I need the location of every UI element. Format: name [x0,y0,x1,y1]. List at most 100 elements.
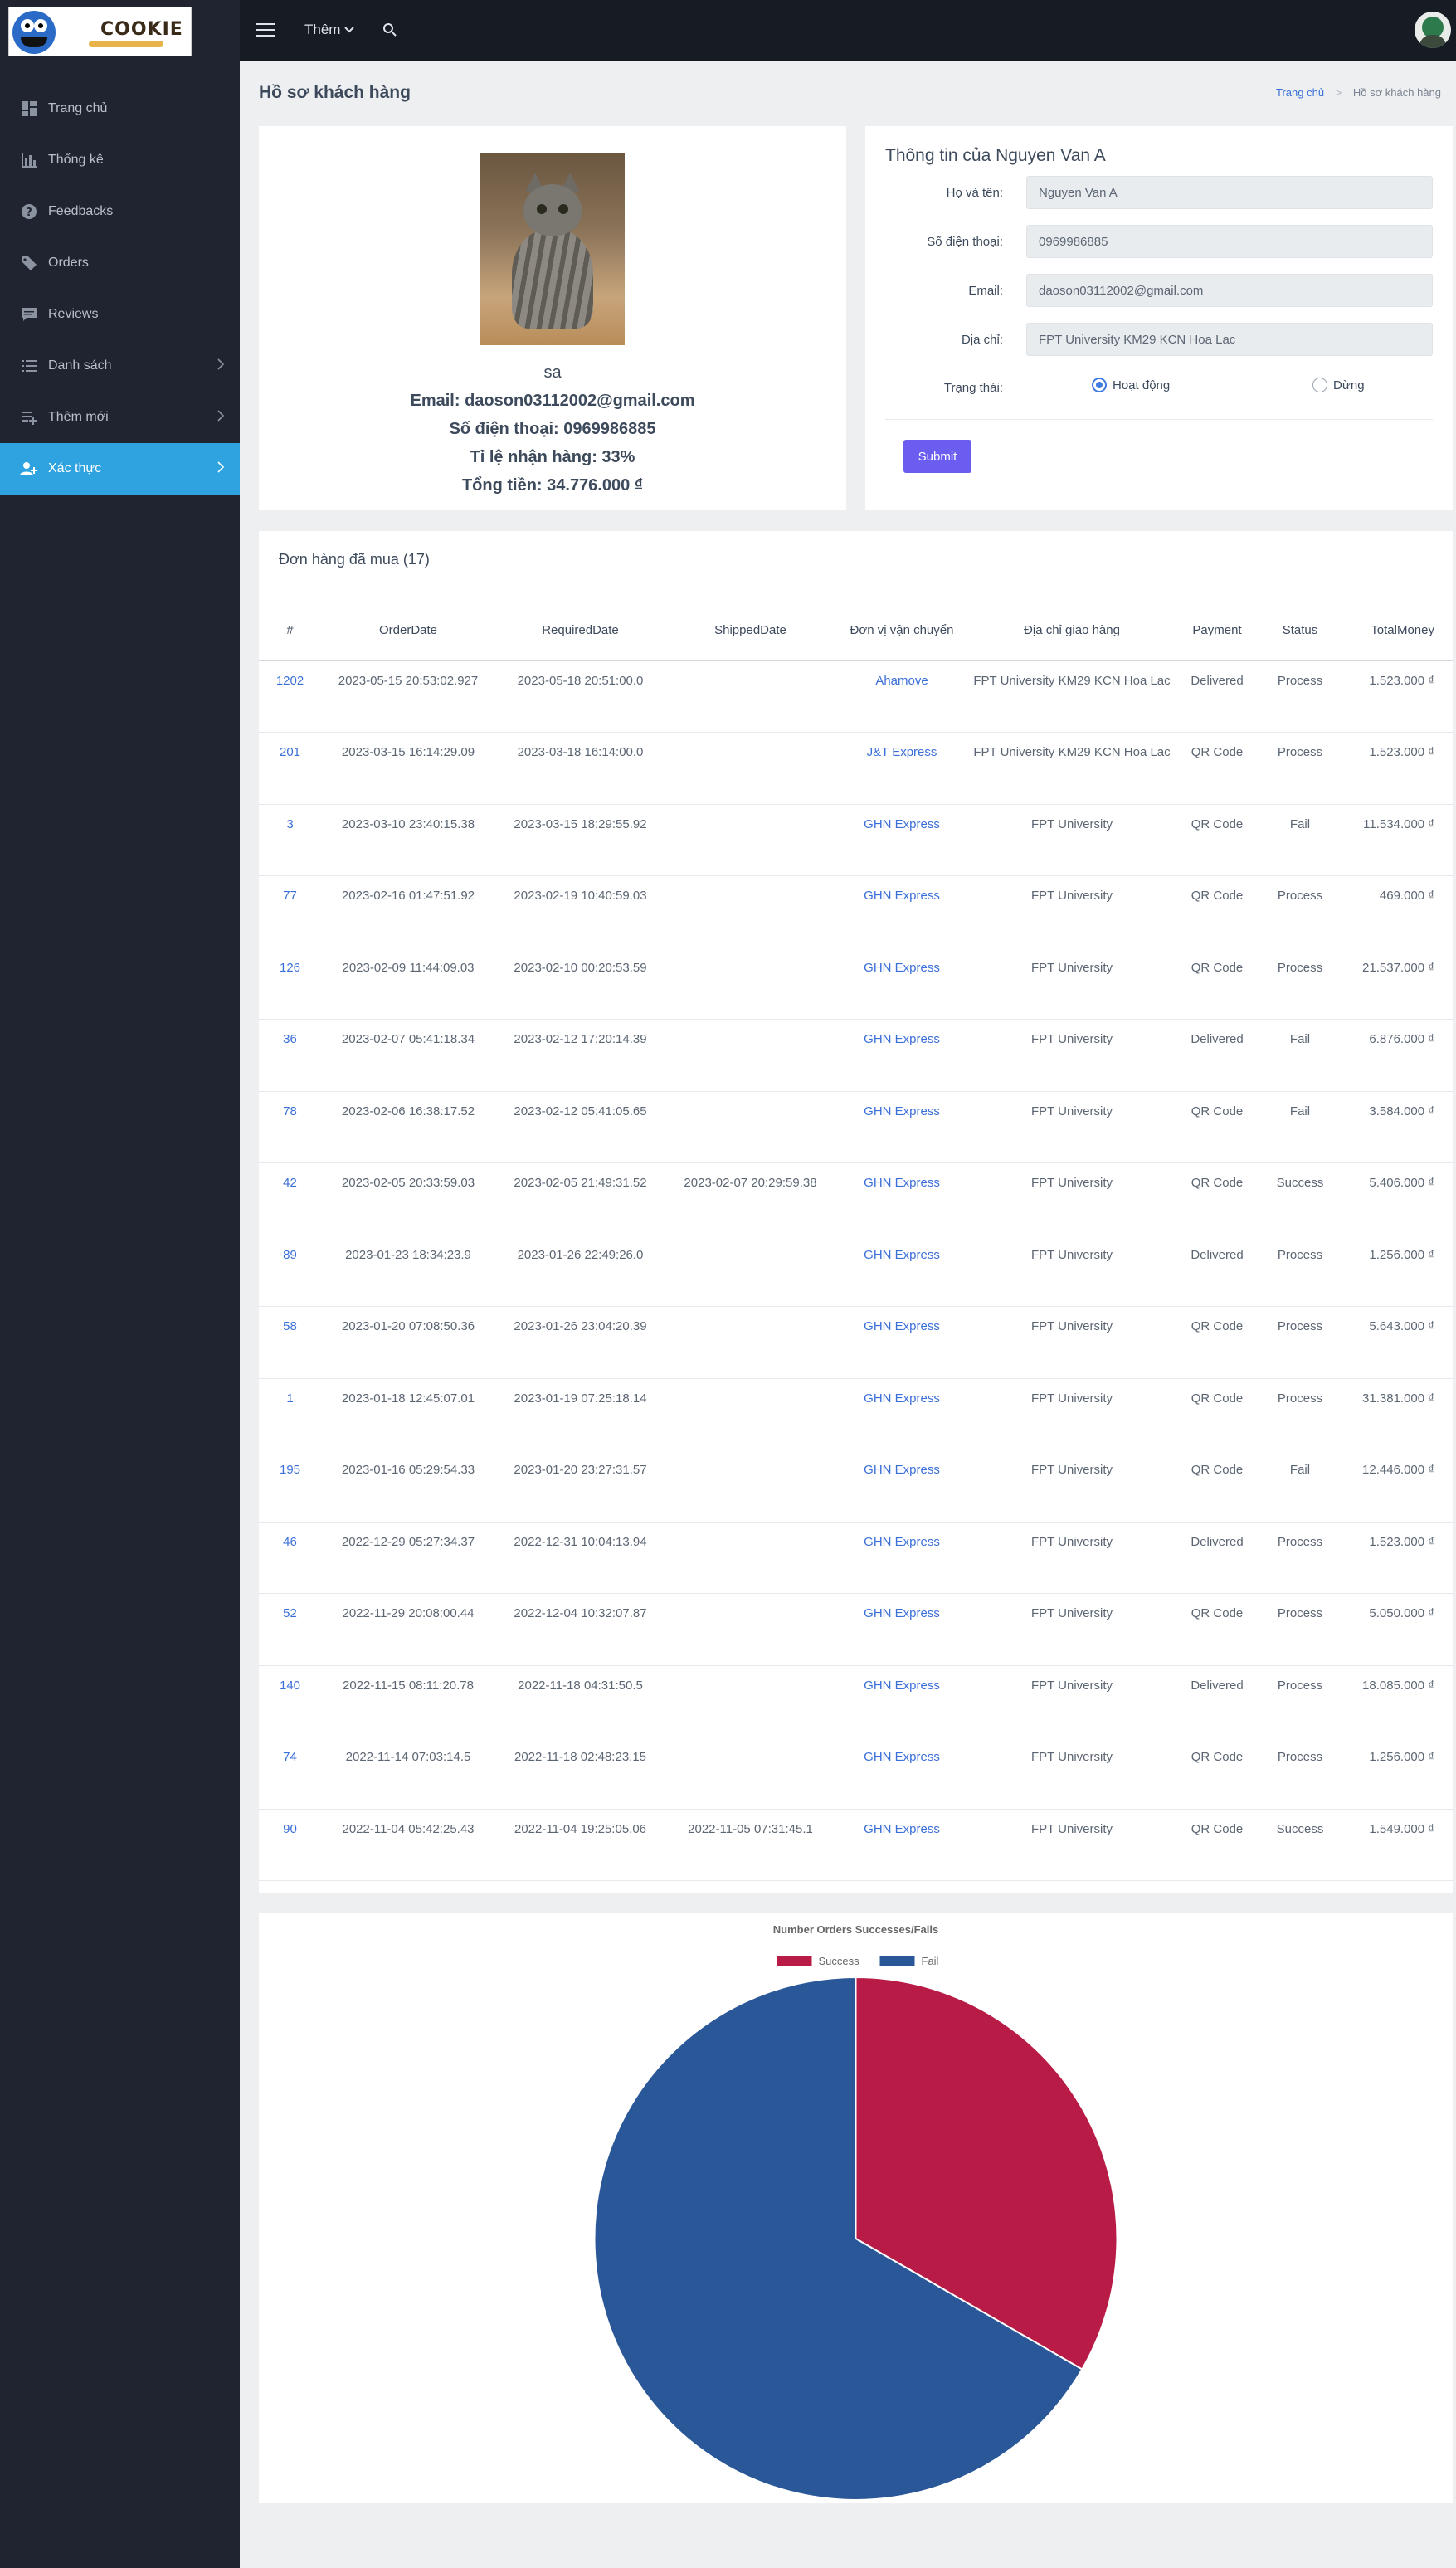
order-id-link[interactable]: 78 [259,1091,321,1163]
address-cell: FPT University [968,1162,1176,1235]
required-date-cell: 2023-02-12 05:41:05.65 [495,1091,665,1163]
table-row: 90 2022-11-04 05:42:25.43 2022-11-04 19:25… [259,1809,1453,1881]
order-id-link[interactable]: 58 [259,1306,321,1379]
total-cell: 1.256.000 ₫ [1342,1235,1453,1307]
order-id-link[interactable]: 77 [259,875,321,948]
order-id-link[interactable]: 195 [259,1450,321,1523]
order-date-cell: 2023-01-16 05:29:54.33 [321,1450,495,1523]
order-id-link[interactable]: 3 [259,804,321,876]
status-cell: Success [1259,1809,1342,1881]
col-shipped-date: ShippedDate [665,601,835,661]
order-id-link[interactable]: 201 [259,732,321,805]
more-menu[interactable]: Thêm [304,22,354,38]
address-field[interactable] [1026,323,1433,356]
sidebar-item-home[interactable]: Trang chủ [0,83,240,134]
order-id-link[interactable]: 36 [259,1019,321,1092]
shipped-date-cell [665,804,835,876]
address-cell: FPT University KM29 KCN Hoa Lac [968,732,1176,805]
order-id-link[interactable]: 74 [259,1737,321,1810]
status-cell: Process [1259,1378,1342,1450]
payment-cell: QR Code [1176,875,1259,948]
submit-button[interactable]: Submit [903,440,971,473]
table-row: 46 2022-12-29 05:27:34.37 2022-12-31 10:04… [259,1522,1453,1594]
profile-email: Email: daoson03112002@gmail.com [410,392,695,410]
search-icon[interactable] [382,22,397,41]
status-cell: Fail [1259,804,1342,876]
shipper-link[interactable]: GHN Express [835,875,968,948]
shipped-date-cell [665,1522,835,1594]
shipper-link[interactable]: GHN Express [835,1378,968,1450]
menu-icon[interactable] [256,22,275,41]
order-id-link[interactable]: 1202 [259,660,321,733]
status-cell: Process [1259,1306,1342,1379]
shipper-link[interactable]: GHN Express [835,1235,968,1307]
user-avatar[interactable] [1415,12,1451,48]
status-active-radio[interactable]: Hoạt động [1092,378,1170,392]
dashboard-icon [20,100,38,118]
table-row: 140 2022-11-15 08:11:20.78 2022-11-18 04:3… [259,1665,1453,1737]
total-cell: 12.446.000 ₫ [1342,1450,1453,1523]
shipper-link[interactable]: GHN Express [835,1091,968,1163]
shipper-link[interactable]: GHN Express [835,1162,968,1235]
brand-text: COOKIE [100,19,183,40]
status-cell: Process [1259,660,1342,733]
question-icon: ? [20,202,38,221]
sidebar-item-feedbacks[interactable]: ? Feedbacks [0,186,240,237]
sidebar-item-add-new[interactable]: Thêm mới [0,392,240,443]
sidebar-item-label: Thêm mới [48,410,109,424]
sidebar-item-stats[interactable]: Thống kê [0,134,240,186]
order-id-link[interactable]: 1 [259,1378,321,1450]
payment-cell: Delivered [1176,1019,1259,1092]
shipper-link[interactable]: GHN Express [835,804,968,876]
email-field[interactable] [1026,274,1433,307]
order-date-cell: 2023-05-15 20:53:02.927 [321,660,495,733]
table-row: 3 2023-03-10 23:40:15.38 2023-03-15 18:29:… [259,804,1453,876]
order-date-cell: 2022-11-29 20:08:00.44 [321,1593,495,1666]
phone-field[interactable] [1026,225,1433,258]
shipper-link[interactable]: GHN Express [835,948,968,1020]
order-date-cell: 2023-02-05 20:33:59.03 [321,1162,495,1235]
order-id-link[interactable]: 140 [259,1665,321,1737]
shipper-link[interactable]: Ahamove [835,660,968,733]
shipper-link[interactable]: GHN Express [835,1019,968,1092]
shipper-link[interactable]: GHN Express [835,1737,968,1810]
brand-logo[interactable]: COOKIE [8,7,192,56]
order-id-link[interactable]: 42 [259,1162,321,1235]
sidebar-item-list[interactable]: Danh sách [0,340,240,392]
shipper-link[interactable]: GHN Express [835,1522,968,1594]
payment-cell: QR Code [1176,1450,1259,1523]
sidebar-item-label: Xác thực [48,461,102,475]
sidebar-item-reviews[interactable]: Reviews [0,289,240,340]
col-address: Địa chỉ giao hàng [968,601,1176,661]
sidebar-item-label: Trang chủ [48,101,108,115]
shipper-link[interactable]: J&T Express [835,732,968,805]
shipper-link[interactable]: GHN Express [835,1809,968,1881]
fullname-field[interactable] [1026,176,1433,209]
order-id-link[interactable]: 52 [259,1593,321,1666]
order-id-link[interactable]: 126 [259,948,321,1020]
total-cell: 5.643.000 ₫ [1342,1306,1453,1379]
legend-label: Fail [922,1955,939,1967]
order-id-link[interactable]: 89 [259,1235,321,1307]
total-cell: 18.085.000 ₫ [1342,1665,1453,1737]
shipper-link[interactable]: GHN Express [835,1450,968,1523]
phone-row: Số điện thoại: [865,225,1453,260]
tag-icon [20,254,38,272]
shipper-link[interactable]: GHN Express [835,1306,968,1379]
col-required-date: RequiredDate [495,601,665,661]
more-menu-label: Thêm [304,22,341,37]
order-id-link[interactable]: 90 [259,1809,321,1881]
breadcrumb-home[interactable]: Trang chủ [1276,86,1324,99]
shipper-link[interactable]: GHN Express [835,1593,968,1666]
topbar: Thêm [240,0,1456,61]
required-date-cell: 2022-12-31 10:04:13.94 [495,1522,665,1594]
shipper-link[interactable]: GHN Express [835,1665,968,1737]
total-cell: 6.876.000 ₫ [1342,1019,1453,1092]
order-id-link[interactable]: 46 [259,1522,321,1594]
shipped-date-cell: 2022-11-05 07:31:45.1 [665,1809,835,1881]
sidebar-nav: Trang chủ Thống kê ? Feedbacks Orders Re… [0,83,240,495]
status-cell: Process [1259,1522,1342,1594]
sidebar-item-orders[interactable]: Orders [0,237,240,289]
status-stopped-radio[interactable]: Dừng [1312,378,1365,392]
sidebar-item-auth[interactable]: Xác thực [0,443,240,495]
